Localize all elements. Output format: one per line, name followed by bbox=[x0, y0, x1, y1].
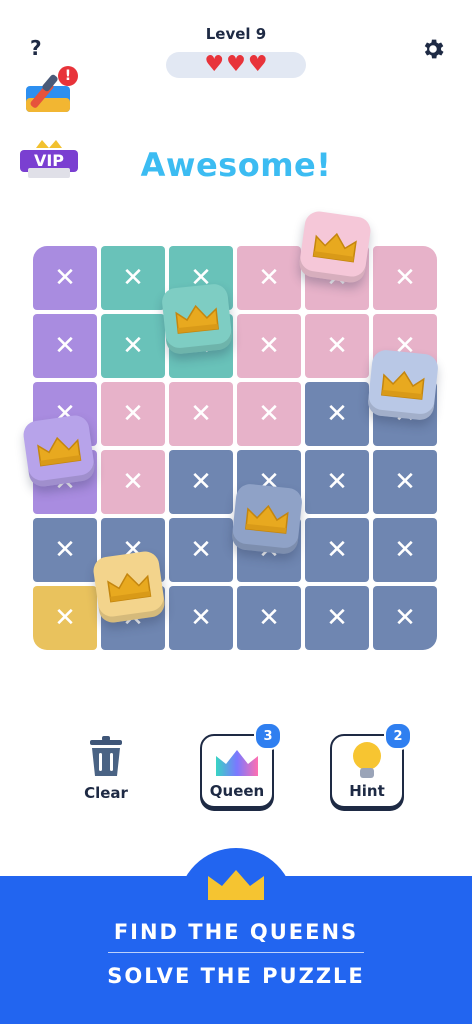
board-cell[interactable]: ✕ bbox=[101, 382, 165, 446]
banner-line-2: SOLVE THE PUZZLE bbox=[107, 964, 365, 988]
board-cell[interactable]: ✕ bbox=[101, 246, 165, 310]
crown-icon bbox=[312, 232, 357, 263]
hint-count-badge: 2 bbox=[384, 722, 412, 750]
board-cell[interactable]: ✕ bbox=[101, 450, 165, 514]
board-cell[interactable]: ✕ bbox=[169, 518, 233, 582]
queen-tile[interactable] bbox=[366, 348, 440, 422]
alert-badge: ! bbox=[58, 66, 78, 86]
crown-icon bbox=[175, 304, 219, 334]
crown-icon bbox=[107, 572, 152, 603]
board-cell[interactable]: ✕ bbox=[237, 246, 301, 310]
board-cell[interactable]: ✕ bbox=[373, 450, 437, 514]
trash-icon bbox=[90, 736, 122, 776]
board-cell[interactable]: ✕ bbox=[33, 586, 97, 650]
gear-icon[interactable] bbox=[420, 36, 446, 62]
heart-icon: ♥ bbox=[247, 52, 268, 77]
queen-tile[interactable] bbox=[160, 282, 234, 356]
board-cell[interactable]: ✕ bbox=[373, 518, 437, 582]
board-cell[interactable]: ✕ bbox=[169, 382, 233, 446]
heart-icon: ♥ bbox=[226, 52, 246, 77]
board-cell[interactable]: ✕ bbox=[33, 246, 97, 310]
board-cell[interactable]: ✕ bbox=[373, 586, 437, 650]
banner-divider bbox=[108, 952, 364, 953]
heart-icon: ♥ bbox=[204, 52, 225, 77]
crown-icon bbox=[245, 504, 289, 534]
board-cell[interactable]: ✕ bbox=[33, 518, 97, 582]
clear-button[interactable]: Clear bbox=[74, 736, 138, 802]
hint-button[interactable]: Hint 2 bbox=[330, 722, 412, 808]
board-cell[interactable]: ✕ bbox=[169, 450, 233, 514]
board-cell[interactable]: ✕ bbox=[373, 246, 437, 310]
clear-label: Clear bbox=[84, 784, 128, 802]
queen-tile[interactable] bbox=[21, 413, 97, 489]
board-cell[interactable]: ✕ bbox=[237, 586, 301, 650]
puzzle-board: ✕✕✕✕✕✕✕✕✕✕✕✕✕✕✕✕✕✕✕✕✕✕✕✕✕✕✕✕✕✕✕✕✕✕✕✕ bbox=[33, 246, 439, 652]
queen-tile[interactable] bbox=[91, 549, 167, 625]
crown-icon bbox=[37, 436, 82, 467]
board-cell[interactable]: ✕ bbox=[305, 518, 369, 582]
banner-line-1: FIND THE QUEENS bbox=[113, 920, 359, 944]
status-message: Awesome! bbox=[140, 146, 332, 184]
board-cell[interactable]: ✕ bbox=[237, 382, 301, 446]
crown-icon bbox=[381, 370, 425, 400]
queen-tile[interactable] bbox=[230, 482, 304, 556]
board-cell[interactable]: ✕ bbox=[33, 314, 97, 378]
board-cell[interactable]: ✕ bbox=[305, 382, 369, 446]
paint-theme-button[interactable]: ! bbox=[24, 66, 80, 116]
queen-count-badge: 3 bbox=[254, 722, 282, 750]
board-cell[interactable]: ✕ bbox=[305, 586, 369, 650]
queen-tool-button[interactable]: Queen 3 bbox=[200, 722, 282, 808]
hint-label: Hint bbox=[349, 782, 385, 800]
board-cell[interactable]: ✕ bbox=[101, 314, 165, 378]
level-title: Level 9 bbox=[205, 25, 267, 43]
board-cell[interactable]: ✕ bbox=[169, 586, 233, 650]
board-cell[interactable]: ✕ bbox=[305, 450, 369, 514]
crown-icon bbox=[208, 870, 264, 900]
queen-tile[interactable] bbox=[297, 209, 373, 285]
board-cell[interactable]: ✕ bbox=[305, 314, 369, 378]
queen-label: Queen bbox=[209, 782, 265, 800]
lives-bar: ♥ ♥ ♥ bbox=[166, 52, 306, 78]
board-cell[interactable]: ✕ bbox=[237, 314, 301, 378]
